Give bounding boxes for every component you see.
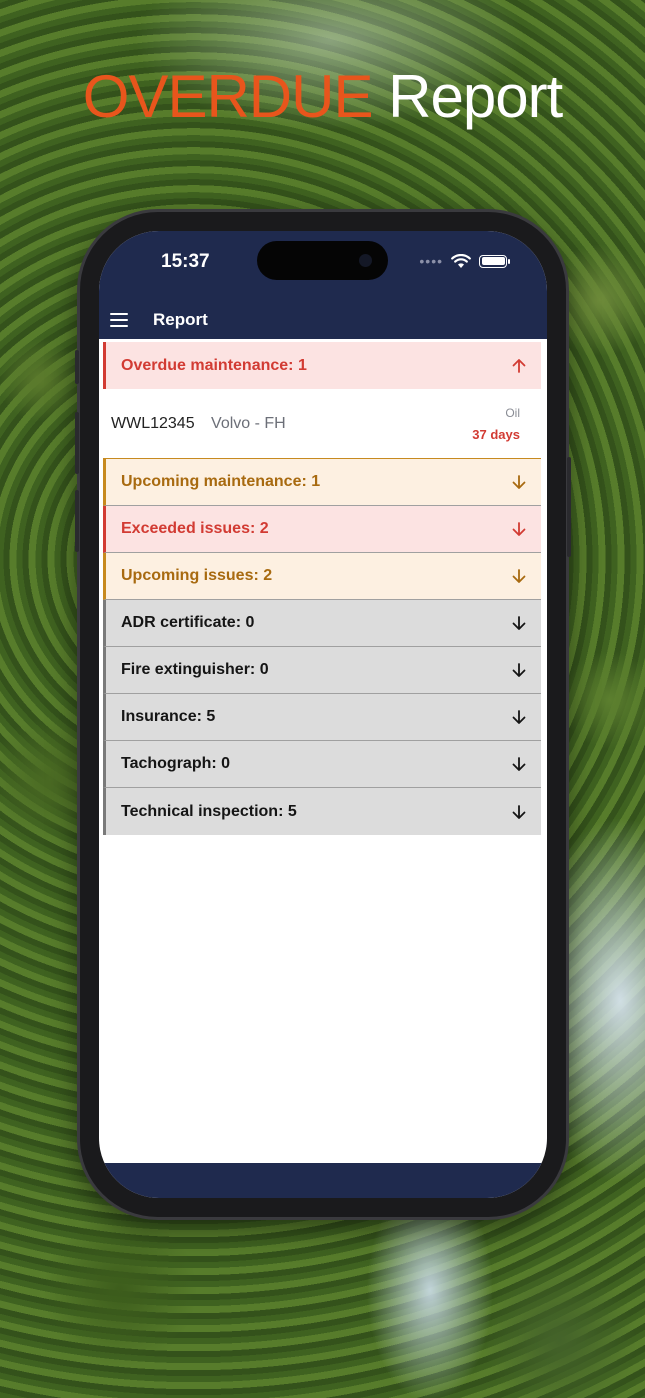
arrow-down-icon <box>512 475 526 489</box>
arrow-down-icon <box>512 710 526 724</box>
section-upcoming-maintenance[interactable]: Upcoming maintenance: 1 <box>103 459 541 506</box>
arrow-down-icon <box>512 569 526 583</box>
arrow-up-icon <box>512 358 526 373</box>
section-label: ADR certificate: 0 <box>121 614 255 631</box>
section-technical-inspection[interactable]: Technical inspection: 5 <box>103 788 541 835</box>
maintenance-type: Oil <box>505 405 520 420</box>
wifi-icon <box>451 253 471 268</box>
section-exceeded-issues[interactable]: Exceeded issues: 2 <box>103 506 541 553</box>
headline-main: Report <box>388 63 563 130</box>
vehicle-plate: WWL12345 <box>111 414 195 432</box>
due-info: Oil 37 days <box>472 406 520 442</box>
page-title: Report <box>153 310 208 329</box>
dynamic-island <box>257 241 388 280</box>
section-label: Tachograph: 0 <box>121 755 231 772</box>
vehicle-info: WWL12345 Volvo - FH <box>111 415 286 433</box>
arrow-down-icon <box>512 804 526 819</box>
section-insurance[interactable]: Insurance: 5 <box>103 694 541 741</box>
arrow-down-icon <box>512 663 526 677</box>
mute-switch <box>75 350 79 384</box>
vehicle-model: Volvo - FH <box>211 414 286 432</box>
promo-headline: OVERDUE Report <box>0 62 645 131</box>
arrow-down-icon <box>512 522 526 536</box>
arrow-down-icon <box>512 757 526 771</box>
power-button <box>567 457 571 557</box>
section-label: Insurance: 5 <box>121 708 216 725</box>
overdue-days: 37 days <box>472 426 520 442</box>
section-fire-extinguisher[interactable]: Fire extinguisher: 0 <box>103 647 541 694</box>
section-label: Upcoming maintenance: 1 <box>121 473 321 490</box>
section-label: Technical inspection: 5 <box>121 802 297 820</box>
arrow-down-icon <box>512 616 526 630</box>
hamburger-menu-icon[interactable] <box>110 313 128 327</box>
section-label: Exceeded issues: 2 <box>121 520 269 537</box>
app-bar: Report <box>99 301 547 339</box>
signal-dots-icon: •••• <box>419 253 443 269</box>
section-label: Upcoming issues: 2 <box>121 567 273 584</box>
section-label: Overdue maintenance: 1 <box>121 356 307 374</box>
status-icons: •••• <box>419 253 510 269</box>
volume-down-button <box>75 490 79 552</box>
section-overdue-maintenance[interactable]: Overdue maintenance: 1 <box>103 342 541 389</box>
section-upcoming-issues[interactable]: Upcoming issues: 2 <box>103 553 541 600</box>
section-tachograph[interactable]: Tachograph: 0 <box>103 741 541 788</box>
phone-screen: 15:37 •••• Report Overdue maintenance: 1… <box>99 231 547 1198</box>
bottom-bar <box>99 1163 547 1198</box>
report-list: Overdue maintenance: 1 WWL12345 Volvo - … <box>103 342 541 835</box>
battery-icon <box>479 254 510 268</box>
top-bar: 15:37 •••• Report <box>99 231 547 339</box>
headline-accent: OVERDUE <box>82 63 374 130</box>
overdue-vehicle-row[interactable]: WWL12345 Volvo - FH Oil 37 days <box>103 389 541 459</box>
camera-icon <box>359 254 372 267</box>
status-time: 15:37 <box>161 251 210 272</box>
volume-up-button <box>75 412 79 474</box>
section-adr-certificate[interactable]: ADR certificate: 0 <box>103 600 541 647</box>
phone-frame: 15:37 •••• Report Overdue maintenance: 1… <box>75 212 571 1217</box>
section-label: Fire extinguisher: 0 <box>121 661 269 678</box>
